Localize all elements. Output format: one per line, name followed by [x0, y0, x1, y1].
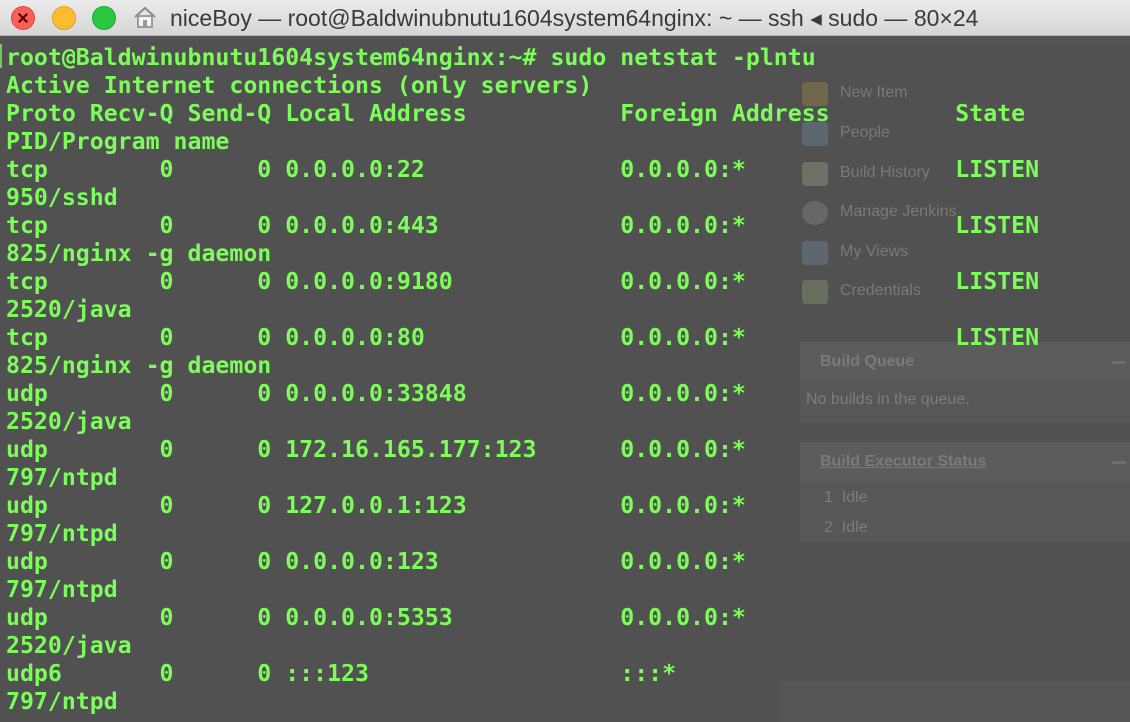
terminal-line: root@Baldwinubnutu1604system64nginx:~# s… — [6, 44, 816, 71]
terminal-line: 2520/java — [6, 408, 132, 435]
terminal-line: 797/ntpd — [6, 520, 118, 547]
close-button[interactable] — [11, 6, 35, 30]
people-icon — [802, 241, 828, 265]
build-queue-title-text: Build Queue — [820, 353, 915, 370]
terminal-view[interactable]: New Item People Build History Manage Jen… — [0, 36, 1130, 722]
terminal-line: Proto Recv-Q Send-Q Local Address Foreig… — [6, 100, 1026, 127]
maximize-button[interactable] — [92, 6, 116, 30]
build-queue-empty-text: No builds in the queue. — [806, 391, 970, 408]
build-executor-title-text: Build Executor Status — [820, 453, 987, 470]
terminal-line: 797/ntpd — [6, 688, 118, 715]
executor-status: Idle — [841, 519, 868, 536]
executor-number: 2 — [824, 519, 833, 536]
minimize-button[interactable] — [52, 6, 76, 30]
terminal-line: udp 0 0 172.16.165.177:123 0.0.0.0:* — [6, 436, 746, 463]
terminal-line: 950/sshd — [6, 184, 118, 211]
terminal-line: tcp 0 0 0.0.0.0:9180 0.0.0.0:* LISTEN — [6, 268, 1040, 295]
executor-status: Idle — [841, 489, 868, 506]
window-title: niceBoy — root@Baldwinubnutu1604system64… — [170, 5, 979, 31]
terminal-line: udp6 0 0 :::123 :::* — [6, 660, 677, 687]
terminal-line: udp 0 0 0.0.0.0:33848 0.0.0.0:* — [6, 380, 746, 407]
terminal-line: udp 0 0 0.0.0.0:123 0.0.0.0:* — [6, 548, 746, 575]
collapse-icon — [1112, 361, 1126, 364]
background-header — [800, 36, 1130, 44]
terminal-line: 797/ntpd — [6, 576, 118, 603]
build-executor-panel: Build Executor Status 1 Idle 2 Idle — [800, 442, 1130, 542]
build-queue-panel: Build Queue No builds in the queue. — [800, 342, 1130, 423]
terminal-line: tcp 0 0 0.0.0.0:22 0.0.0.0:* LISTEN — [6, 156, 1040, 183]
terminal-line: 2520/java — [6, 632, 132, 659]
terminal-line: udp 0 0 0.0.0.0:5353 0.0.0.0:* — [6, 604, 746, 631]
home-icon — [134, 6, 156, 28]
background-footer — [780, 681, 1130, 722]
terminal-line: udp 0 0 127.0.0.1:123 0.0.0.0:* — [6, 492, 746, 519]
terminal-line: tcp 0 0 0.0.0.0:80 0.0.0.0:* LISTEN — [6, 324, 1040, 351]
terminal-line: Active Internet connections (only server… — [6, 72, 593, 99]
executor-row: 2 Idle — [800, 513, 1130, 543]
terminal-line: 825/nginx -g daemon — [6, 352, 272, 379]
terminal-line: 825/nginx -g daemon — [6, 240, 272, 267]
executor-number: 1 — [824, 489, 833, 506]
executor-list: 1 Idle 2 Idle — [800, 483, 1130, 543]
terminal-line: PID/Program name — [6, 128, 230, 155]
collapse-icon — [1112, 461, 1126, 464]
task-label: My Views — [840, 243, 909, 260]
window-titlebar[interactable]: niceBoy — root@Baldwinubnutu1604system64… — [0, 0, 1130, 36]
terminal-line: tcp 0 0 0.0.0.0:443 0.0.0.0:* LISTEN — [6, 212, 1040, 239]
terminal-line: 2520/java — [6, 296, 132, 323]
build-executor-title: Build Executor Status — [800, 442, 1130, 483]
executor-row: 1 Idle — [800, 483, 1130, 513]
cursor-marker — [0, 44, 2, 68]
terminal-line: 797/ntpd — [6, 464, 118, 491]
